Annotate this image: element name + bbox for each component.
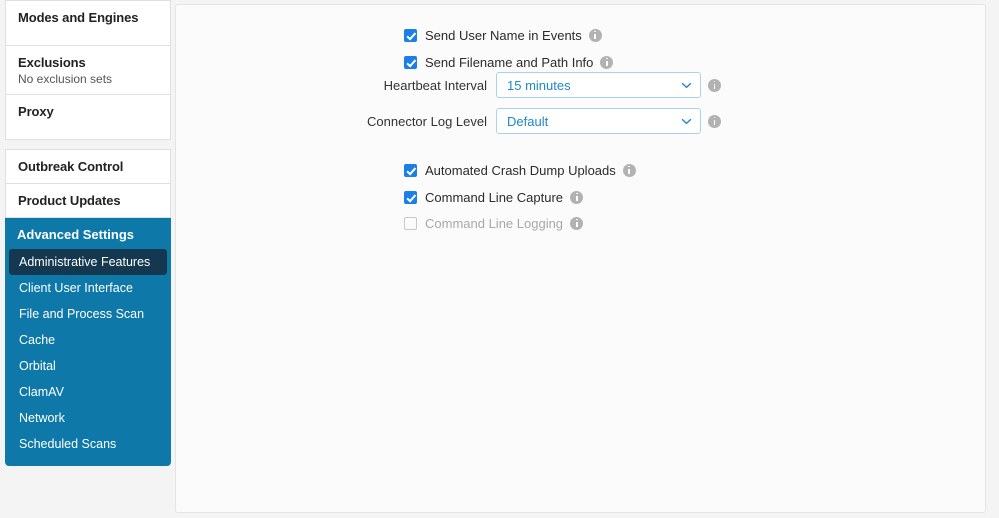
sidebar-item-cache[interactable]: Cache [5,327,171,353]
sidebar-card-exclusions[interactable]: Exclusions No exclusion sets [5,46,171,95]
sidebar-card-modes-and-engines[interactable]: Modes and Engines [5,0,171,46]
sidebar-item-label: ClamAV [19,385,64,399]
checkbox-send-user-name-in-events[interactable] [404,28,417,42]
select-value: 15 minutes [507,77,571,93]
sidebar: Modes and Engines Exclusions No exclusio… [5,0,171,518]
info-icon[interactable] [570,216,584,230]
info-icon[interactable] [588,28,602,42]
sidebar-item-scheduled-scans[interactable]: Scheduled Scans [5,431,171,457]
sidebar-advanced-settings-header[interactable]: Advanced Settings [5,218,171,249]
checkbox-label: Automated Crash Dump Uploads [425,162,616,178]
info-icon[interactable] [708,114,721,128]
sidebar-item-clamav[interactable]: ClamAV [5,379,171,405]
chevron-down-icon [681,80,692,91]
info-icon[interactable] [708,78,721,92]
field-command-line-logging: Command Line Logging [404,211,584,235]
sidebar-card-title: Outbreak Control [18,159,124,174]
sidebar-card-advanced-settings: Advanced Settings Administrative Feature… [5,218,171,466]
sidebar-item-label: Network [19,411,65,425]
sidebar-divider [5,140,171,149]
select-value: Default [507,113,549,129]
field-connector-log-level: Connector Log Level Default [276,108,721,134]
checkbox-send-filename-and-path-info[interactable] [404,55,417,69]
sidebar-card-outbreak-control[interactable]: Outbreak Control [5,149,171,184]
sidebar-card-proxy[interactable]: Proxy [5,95,171,140]
info-icon[interactable] [600,55,614,69]
sidebar-card-title: Product Updates [18,193,121,208]
checkbox-command-line-capture[interactable] [404,190,417,204]
checkbox-label: Send Filename and Path Info [425,54,594,70]
checkbox-command-line-logging [404,216,417,230]
connector-log-level-select[interactable]: Default [496,108,701,134]
field-label: Connector Log Level [367,113,487,129]
sidebar-item-label: File and Process Scan [19,307,145,321]
sidebar-item-label: Scheduled Scans [19,437,117,451]
checkbox-label: Send User Name in Events [425,27,582,43]
sidebar-card-title: Modes and Engines [18,10,139,25]
field-command-line-capture[interactable]: Command Line Capture [404,185,584,209]
sidebar-card-subtitle: No exclusion sets [18,72,113,86]
checkbox-label: Command Line Capture [425,189,564,205]
checkbox-automated-crash-dump-uploads[interactable] [404,163,417,177]
sidebar-item-administrative-features[interactable]: Administrative Features [9,249,167,275]
field-send-user-name-in-events[interactable]: Send User Name in Events [404,23,602,47]
main-settings-panel: Send User Name in Events Send Filename a… [175,4,986,513]
sidebar-card-title: Exclusions [18,55,86,70]
field-label: Heartbeat Interval [383,77,487,93]
info-icon[interactable] [622,163,636,177]
sidebar-card-product-updates[interactable]: Product Updates [5,184,171,218]
field-automated-crash-dump-uploads[interactable]: Automated Crash Dump Uploads [404,158,636,182]
sidebar-item-label: Cache [19,333,56,347]
sidebar-item-label: Client User Interface [19,281,133,295]
field-heartbeat-interval: Heartbeat Interval 15 minutes [276,72,721,98]
sidebar-card-title: Proxy [18,104,54,119]
sidebar-item-orbital[interactable]: Orbital [5,353,171,379]
sidebar-item-network[interactable]: Network [5,405,171,431]
sidebar-item-label: Administrative Features [19,255,151,269]
sidebar-item-file-and-process-scan[interactable]: File and Process Scan [5,301,171,327]
chevron-down-icon [681,116,692,127]
sidebar-item-label: Orbital [19,359,56,373]
settings-page: Modes and Engines Exclusions No exclusio… [0,0,999,518]
checkbox-label: Command Line Logging [425,215,564,231]
field-send-filename-and-path-info[interactable]: Send Filename and Path Info [404,50,614,74]
heartbeat-interval-select[interactable]: 15 minutes [496,72,701,98]
info-icon[interactable] [570,190,584,204]
sidebar-item-client-user-interface[interactable]: Client User Interface [5,275,171,301]
